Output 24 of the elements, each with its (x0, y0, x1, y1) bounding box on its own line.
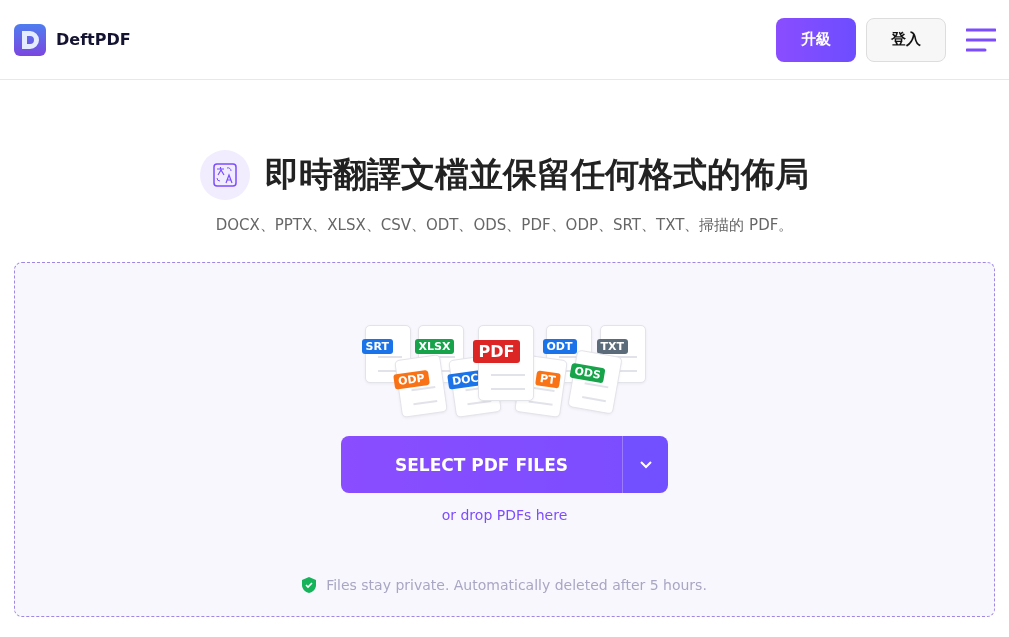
file-type-label: ODT (542, 339, 577, 354)
translate-icon (200, 150, 250, 200)
file-type-label: TXT (596, 339, 628, 354)
brand-name: DeftPDF (56, 30, 131, 49)
shield-check-icon (302, 577, 317, 593)
text-lines-icon (581, 382, 608, 403)
menu-icon[interactable] (966, 27, 996, 52)
upgrade-button[interactable]: 升級 (776, 17, 856, 62)
drop-hint: or drop PDFs here (441, 507, 568, 523)
file-type-label: SRT (361, 339, 393, 354)
file-type-label: PDF (472, 340, 521, 363)
text-lines-icon (490, 374, 525, 390)
text-lines-icon (410, 386, 437, 406)
caret-icon (639, 460, 652, 469)
drop-zone[interactable]: SRT ODP XLSX DOC PDF PT ODT ODS TXT SELECT PDF FILES or drop PDFs here Files stay private. Automatically deleted after 5 hours. (14, 262, 995, 617)
file-type-label: PT (534, 370, 560, 389)
text-lines-icon (528, 386, 555, 406)
privacy-note: Files stay private. Automatically deleted after 5 hours. (326, 577, 707, 593)
logo-icon (14, 23, 46, 56)
supported-formats-text: DOCX、PPTX、XLSX、CSV、ODT、ODS、PDF、ODP、SRT、TXT、掃描的 PDF。 (215, 216, 794, 235)
page-title: 即時翻譯文檔並保留任何格式的佈局 (265, 153, 809, 196)
file-type-label: XLSX (414, 339, 455, 354)
select-files-button[interactable]: SELECT PDF FILES (341, 436, 622, 493)
login-button[interactable]: 登入 (866, 17, 946, 62)
